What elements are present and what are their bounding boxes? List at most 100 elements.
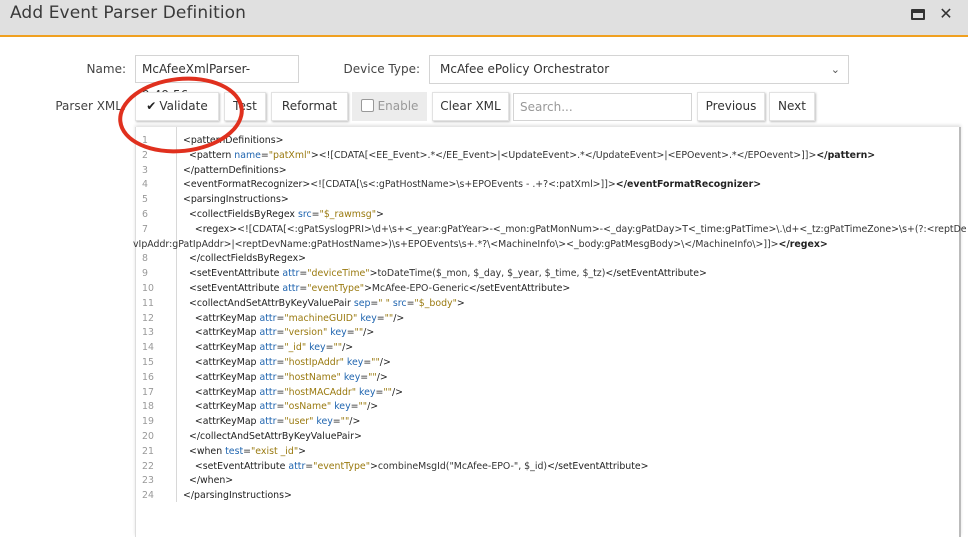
token-cdata: <![CDATA[<EE_Event>.*</EE_Event>|<Update…: [318, 149, 817, 161]
token-tag: />: [367, 401, 379, 413]
code-text: <eventFormatRecognizer><![CDATA[\s<:gPat…: [183, 178, 761, 193]
token-tag: <attrKeyMap: [194, 342, 260, 354]
token-val: "machineGUID": [284, 312, 358, 324]
token-attr: key: [343, 371, 361, 383]
token-val: "hostMACAddr": [284, 386, 357, 398]
code-line: 17 <attrKeyMap attr="hostMACAddr" key=""…: [136, 386, 962, 401]
token-attr: attr: [259, 416, 277, 428]
token-attr: name: [234, 149, 261, 161]
token-tag: =: [243, 445, 251, 457]
code-text: <when test="exist _id">: [183, 445, 306, 460]
token-val: " ": [378, 297, 390, 309]
code-line: 18 <attrKeyMap attr="osName" key=""/>: [136, 400, 962, 415]
token-val: "eventType": [307, 282, 365, 294]
code-line: 21 <when test="exist _id">: [136, 445, 962, 460]
next-button[interactable]: Next: [769, 92, 815, 121]
xml-editor[interactable]: 1 <patternDefinitions> 2 <pattern name="pa…: [133, 127, 967, 537]
token-tag: <patternDefinitions>: [183, 135, 284, 146]
line-number: 3: [142, 164, 148, 176]
token-attr: attr: [282, 282, 300, 294]
test-button[interactable]: Test: [224, 92, 266, 121]
code-line: 14 <attrKeyMap attr="_id" key=""/>: [136, 341, 962, 356]
token-val: "": [368, 371, 377, 383]
device-type-value: McAfee ePolicy Orchestrator: [440, 62, 610, 76]
token-attr: key: [334, 401, 351, 413]
search-input[interactable]: [513, 93, 692, 121]
validate-button[interactable]: ✔ Validate: [135, 92, 219, 121]
token-val: "": [354, 327, 364, 339]
token-tag: <parsingInstructions>: [183, 194, 289, 206]
check-icon: ✔: [146, 99, 157, 113]
line-number: 8: [142, 253, 148, 265]
token-tag: <pattern: [188, 149, 235, 161]
previous-button[interactable]: Previous: [697, 92, 765, 121]
dialog-title: Add Event Parser Definition: [10, 3, 247, 23]
code-line-continuation: vIpAddr:gPatIpAddr>|<reptDevName:gPatHos…: [133, 238, 962, 253]
token-val: "": [340, 416, 350, 428]
line-number: 9: [142, 268, 148, 280]
reformat-button[interactable]: Reformat: [271, 92, 348, 121]
token-tag: >: [456, 297, 465, 309]
token-val: "": [383, 386, 392, 398]
line-number: 19: [142, 416, 154, 428]
token-cdata: vIpAddr:gPatIpAddr>|<reptDevName:gPatHos…: [133, 238, 779, 250]
token-attr: src: [392, 297, 407, 309]
token-tag: <attrKeyMap: [194, 356, 260, 368]
line-number: 18: [142, 401, 154, 413]
token-attr: sep: [353, 297, 371, 309]
code-text: <attrKeyMap attr="user" key=""/>: [183, 415, 360, 430]
token-attr: test: [225, 445, 244, 457]
token-val: "osName": [284, 401, 332, 413]
token-tag: <setEventAttribute: [188, 282, 283, 294]
token-tag: />: [363, 327, 375, 339]
window-maximize-icon[interactable]: [909, 5, 929, 23]
name-label: Name:: [86, 62, 126, 76]
token-tag: =: [346, 327, 355, 339]
token-tag: <regex>: [194, 223, 238, 235]
token-tag: <setEventAttribute: [188, 268, 283, 280]
code-line: 22 <setEventAttribute attr="eventType">c…: [136, 460, 962, 475]
code-line: 1 <patternDefinitions>: [136, 134, 962, 149]
token-tag: </setEventAttribute>: [468, 282, 571, 294]
code-text: </collectFieldsByRegex>: [183, 252, 306, 267]
code-line: 24 </parsingInstructions>: [136, 489, 962, 504]
token-tag: </collectAndSetAttrByKeyValuePair>: [188, 430, 362, 442]
token-tag: </parsingInstructions>: [183, 490, 292, 502]
code-text: <attrKeyMap attr="hostMACAddr" key=""/>: [183, 386, 403, 401]
line-number: 4: [142, 179, 148, 191]
code-line: 3 </patternDefinitions>: [136, 164, 962, 179]
enable-toggle[interactable]: Enable: [352, 92, 427, 121]
code-text: vIpAddr:gPatIpAddr>|<reptDevName:gPatHos…: [133, 238, 828, 253]
line-number: 2: [142, 149, 148, 161]
code-text: <pattern name="patXml"><![CDATA[<EE_Even…: [183, 149, 875, 164]
token-tag: </patternDefinitions>: [183, 164, 287, 176]
code-line: 10 <setEventAttribute attr="eventType">M…: [136, 282, 962, 297]
token-attr: key: [309, 342, 326, 354]
code-text: <attrKeyMap attr="_id" key=""/>: [183, 341, 353, 356]
token-val: "version": [284, 327, 328, 339]
token-tag: <attrKeyMap: [194, 386, 260, 398]
line-number: 13: [142, 327, 154, 339]
token-tag: />: [391, 386, 403, 398]
token-tag: >: [370, 460, 378, 472]
code-area[interactable]: 1 <patternDefinitions> 2 <pattern name="pa…: [133, 134, 967, 504]
token-cdata: <![CDATA[\s<:gPatHostName>\s+EPOEvents -…: [310, 179, 616, 191]
code-text: <collectAndSetAttrByKeyValuePair sep=" "…: [183, 297, 465, 312]
token-val: "user": [284, 416, 314, 428]
token-tag: />: [342, 342, 354, 354]
clear-xml-button[interactable]: Clear XML: [432, 92, 509, 121]
line-number: 20: [142, 430, 154, 442]
device-type-select[interactable]: McAfee ePolicy Orchestrator ⌄: [429, 55, 849, 84]
token-tag: <when: [188, 445, 226, 457]
name-input[interactable]: McAfeeXmlParser-9:49:56: [135, 55, 299, 102]
token-val: "": [358, 401, 368, 413]
code-line: 5 <parsingInstructions>: [136, 193, 962, 208]
close-icon[interactable]: ✕: [936, 5, 956, 23]
code-text: <setEventAttribute attr="eventType">McAf…: [183, 282, 570, 297]
code-text: <attrKeyMap attr="osName" key=""/>: [183, 400, 378, 415]
token-tag: >: [376, 208, 384, 220]
line-number: 23: [142, 475, 154, 487]
checkbox-icon[interactable]: [360, 99, 374, 112]
line-number: 24: [142, 490, 154, 502]
token-tag: =: [360, 371, 369, 383]
